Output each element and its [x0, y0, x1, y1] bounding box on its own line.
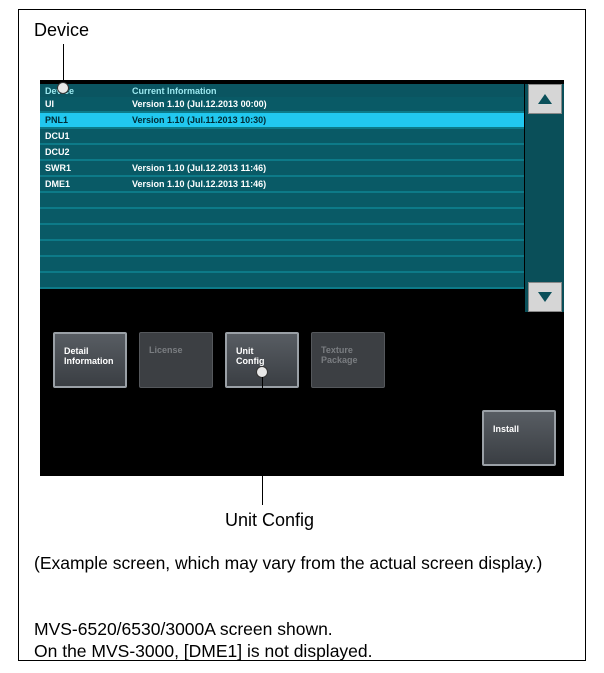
device-cell: DCU2: [45, 147, 70, 157]
table-row[interactable]: [40, 241, 524, 257]
table-row[interactable]: [40, 257, 524, 273]
table-row[interactable]: DME1 Version 1.10 (Jul.12.2013 11:46): [40, 177, 524, 193]
device-leader-dot: [57, 82, 69, 94]
device-cell: DME1: [45, 179, 71, 189]
license-button[interactable]: License: [139, 332, 213, 388]
table-header: Device Current Information: [40, 84, 524, 97]
device-cell: PNL1: [45, 115, 69, 125]
install-button[interactable]: Install: [482, 410, 556, 466]
texture-package-button[interactable]: Texture Package: [311, 332, 385, 388]
info-cell: Version 1.10 (Jul.12.2013 00:00): [132, 99, 267, 109]
scroll-up-button[interactable]: [528, 84, 562, 114]
device-cell: DCU1: [45, 131, 70, 141]
example-caption: (Example screen, which may vary from the…: [34, 553, 543, 573]
scroll-panel: [525, 84, 564, 312]
info-cell: Version 1.10 (Jul.12.2013 11:46): [132, 179, 267, 189]
column-header-device: Device: [40, 86, 130, 96]
triangle-up-icon: [538, 94, 552, 104]
detail-information-button[interactable]: Detail Information: [53, 332, 127, 388]
table-row[interactable]: [40, 193, 524, 209]
device-table: Device Current Information UI Version 1.1…: [40, 84, 524, 289]
unit-config-callout-label: Unit Config: [225, 510, 315, 530]
info-cell: Version 1.10 (Jul.12.2013 11:46): [132, 163, 267, 173]
column-header-info: Current Information: [132, 85, 217, 96]
table-row[interactable]: DCU2: [40, 145, 524, 161]
device-callout-label: Device: [34, 20, 90, 40]
triangle-down-icon: [538, 292, 552, 302]
table-row[interactable]: PNL1 Version 1.10 (Jul.11.2013 10:30): [40, 113, 524, 129]
scroll-down-button[interactable]: [528, 282, 562, 312]
device-cell: UI: [45, 99, 54, 109]
table-row[interactable]: UI Version 1.10 (Jul.12.2013 00:00): [40, 97, 524, 113]
note-caption: On the MVS-3000, [DME1] is not displayed…: [34, 641, 373, 661]
table-row[interactable]: [40, 273, 524, 289]
table-row[interactable]: [40, 209, 524, 225]
table-row[interactable]: [40, 225, 524, 241]
models-caption: MVS-6520/6530/3000A screen shown.: [34, 619, 333, 639]
info-cell: Version 1.10 (Jul.11.2013 10:30): [132, 115, 267, 125]
unit-config-leader-line: [262, 377, 263, 505]
device-cell: SWR1: [45, 163, 72, 173]
table-row[interactable]: SWR1 Version 1.10 (Jul.12.2013 11:46): [40, 161, 524, 177]
table-row[interactable]: DCU1: [40, 129, 524, 145]
